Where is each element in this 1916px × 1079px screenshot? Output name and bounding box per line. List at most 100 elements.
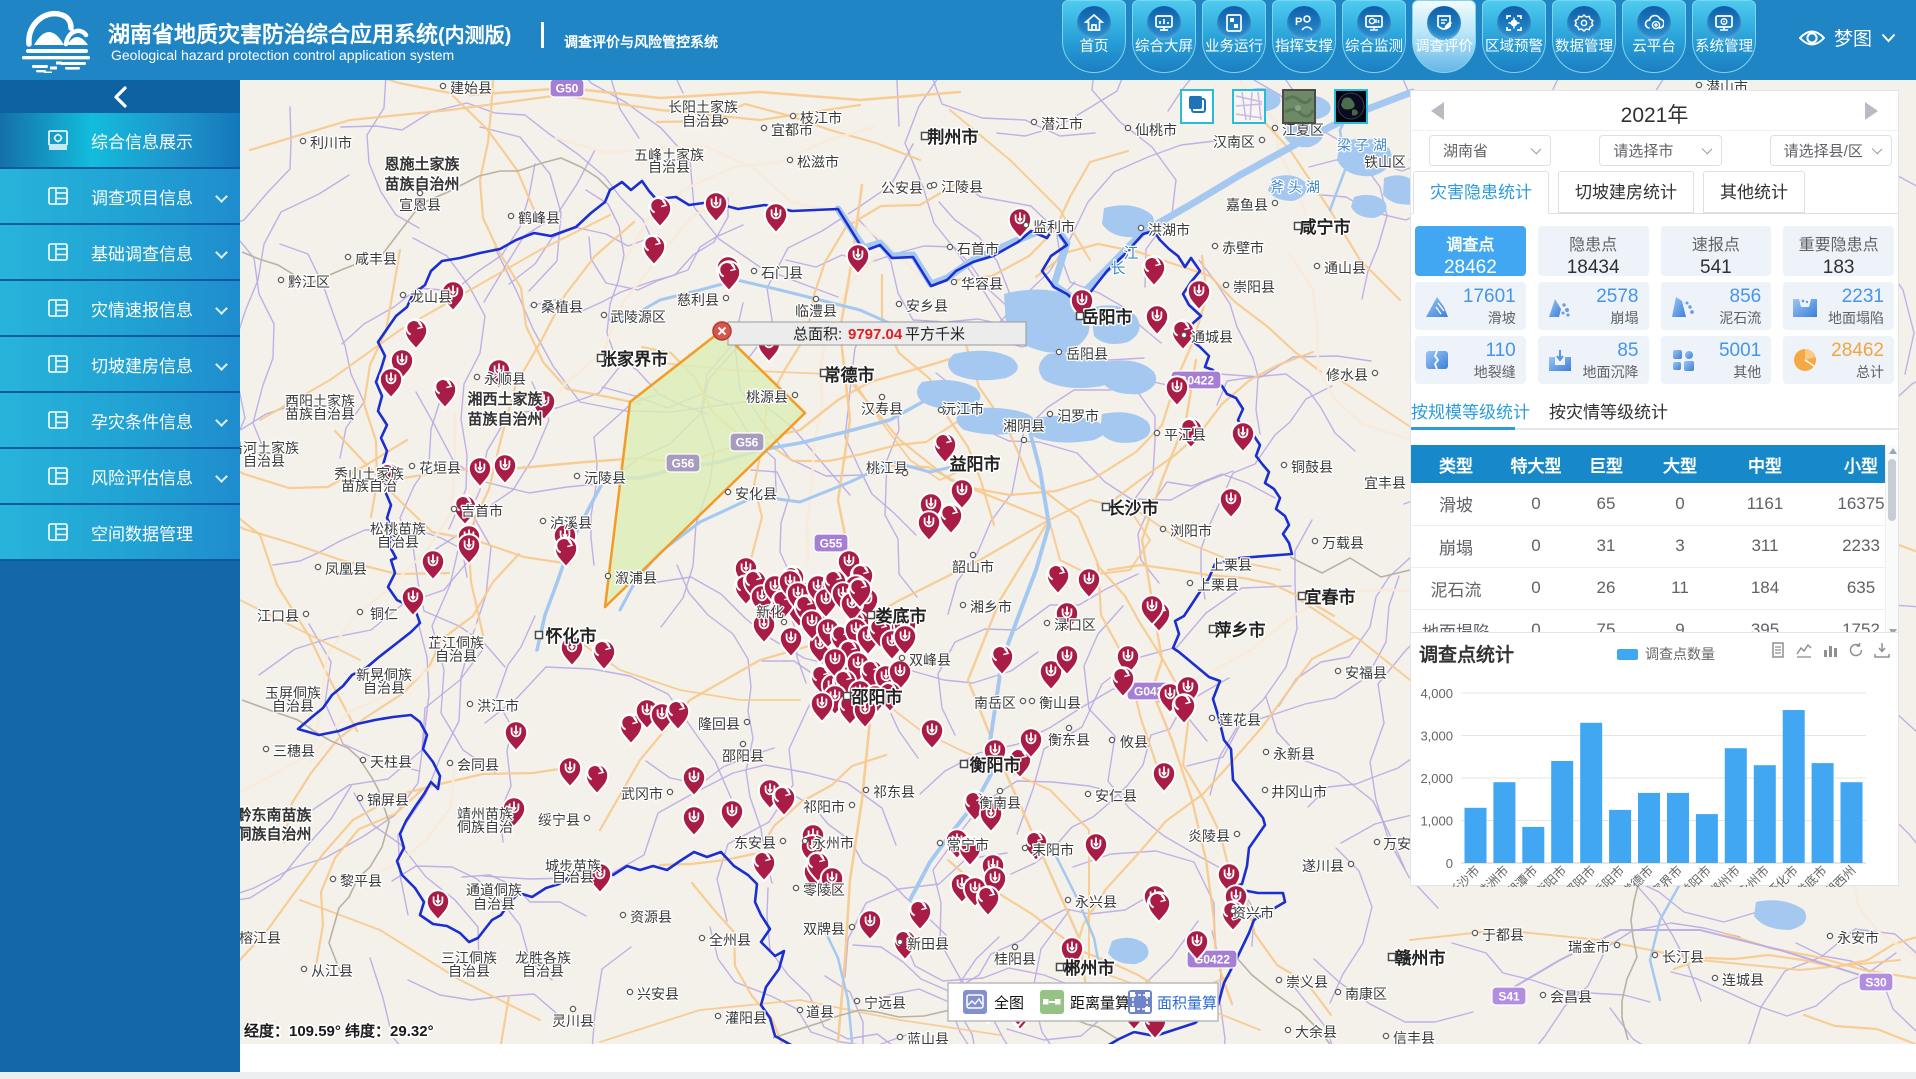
svg-text:榕江县: 榕江县 [240,930,281,946]
svg-text:攸县: 攸县 [1120,734,1148,750]
svg-text:通山县: 通山县 [1324,260,1366,276]
svg-text:松滋市: 松滋市 [797,154,839,170]
svg-text:兴安县: 兴安县 [637,986,679,1002]
svg-text:苗族自治州: 苗族自治州 [467,410,542,428]
svg-text:永安市: 永安市 [1837,930,1879,946]
svg-text:溆浦县: 溆浦县 [615,570,657,586]
svg-text:渌口区: 渌口区 [1054,617,1096,633]
svg-text:资源县: 资源县 [630,909,672,925]
svg-text:自治县: 自治县 [272,698,314,714]
svg-text:万安: 万安 [1383,836,1411,852]
svg-text:莲花县: 莲花县 [1219,712,1261,728]
svg-text:岳阳市: 岳阳市 [1082,307,1133,327]
svg-text:总面积:: 总面积: [793,326,842,343]
svg-text:铜鼓县: 铜鼓县 [1291,459,1333,475]
svg-text:永州市: 永州市 [812,835,854,851]
svg-text:侗族自治州: 侗族自治州 [240,825,312,843]
svg-text:会同县: 会同县 [457,757,499,773]
svg-text:恩施土家族: 恩施土家族 [384,155,460,173]
svg-text:自治县: 自治县 [448,963,490,979]
svg-text:2,000: 2,000 [1420,771,1453,786]
svg-text:赣州市: 赣州市 [1395,948,1446,968]
svg-text:汨罗市: 汨罗市 [1057,408,1099,424]
svg-text:石首市: 石首市 [957,241,999,257]
svg-text:萍乡市: 萍乡市 [1215,620,1266,640]
svg-text:铁山区: 铁山区 [1364,154,1406,170]
svg-text:平江县: 平江县 [1164,427,1206,443]
svg-text:新田县: 新田县 [907,936,949,952]
svg-text:自治县: 自治县 [377,534,419,550]
svg-text:蓝山县: 蓝山县 [907,1031,949,1044]
svg-text:修水县: 修水县 [1326,367,1368,383]
svg-text:湘乡市: 湘乡市 [970,599,1012,615]
svg-text:宜春市: 宜春市 [1305,587,1356,607]
svg-text:宜丰县: 宜丰县 [1364,475,1406,491]
svg-text:衡山县: 衡山县 [1039,695,1081,711]
svg-text:距离量算: 距离量算 [1070,994,1130,1012]
svg-text:全图: 全图 [994,994,1024,1012]
svg-text:吉首市: 吉首市 [461,503,503,519]
svg-text:浏阳市: 浏阳市 [1170,523,1212,539]
svg-text:新化: 新化 [756,604,784,620]
svg-text:自治县: 自治县 [552,869,594,885]
svg-text:怀化市: 怀化市 [546,626,597,646]
svg-text:自治县: 自治县 [648,159,690,175]
svg-text:湘阴县: 湘阴县 [1003,418,1045,434]
svg-text:苗族自治州: 苗族自治州 [384,175,459,193]
svg-text:绥宁县: 绥宁县 [538,812,580,828]
svg-text:4,000: 4,000 [1420,686,1453,701]
svg-text:零陵区: 零陵区 [803,882,845,898]
svg-text:宣恩县: 宣恩县 [399,197,441,213]
svg-text:灵川县: 灵川县 [552,1013,594,1029]
svg-text:道县: 道县 [806,1004,834,1020]
svg-text:会昌县: 会昌县 [1550,989,1592,1005]
svg-text:咸丰县: 咸丰县 [355,251,397,267]
svg-text:天柱县: 天柱县 [370,754,412,770]
svg-text:灌阳县: 灌阳县 [725,1010,767,1026]
svg-text:3,000: 3,000 [1420,729,1453,744]
svg-text:于都县: 于都县 [1482,927,1524,943]
svg-text:荆州市: 荆州市 [928,127,979,147]
svg-text:嘉鱼县: 嘉鱼县 [1226,197,1268,213]
svg-text:枝江市: 枝江市 [800,110,842,126]
svg-text:衡东县: 衡东县 [1048,732,1090,748]
svg-text:龙山县: 龙山县 [410,289,452,305]
svg-text:G55: G55 [820,537,843,551]
svg-text:永顺县: 永顺县 [484,371,526,387]
svg-text:安仁县: 安仁县 [1095,788,1137,804]
svg-text:永新县: 永新县 [1273,746,1315,762]
svg-text:1,000: 1,000 [1420,814,1453,829]
svg-text:从江县: 从江县 [311,963,353,979]
svg-text:咸宁市: 咸宁市 [1300,217,1351,237]
svg-text:南岳区: 南岳区 [974,695,1016,711]
svg-text:泸溪县: 泸溪县 [550,515,592,531]
svg-text:上栗县: 上栗县 [1197,577,1239,593]
svg-text:隆回县: 隆回县 [698,716,740,732]
svg-text:全州县: 全州县 [709,932,751,948]
svg-text:双峰县: 双峰县 [909,652,951,668]
svg-text:长汀县: 长汀县 [1662,949,1704,965]
svg-text:潜江市: 潜江市 [1041,116,1083,132]
svg-text:洪江市: 洪江市 [477,698,519,714]
svg-text:汉寿县: 汉寿县 [861,401,903,417]
svg-text:自治县: 自治县 [682,113,724,129]
svg-text:花垣县: 花垣县 [419,460,461,476]
svg-text:G56: G56 [736,436,759,450]
svg-text:安福县: 安福县 [1345,665,1387,681]
svg-text:炎陵县: 炎陵县 [1188,828,1230,844]
svg-text:S41: S41 [1498,990,1520,1004]
svg-text:江夏区: 江夏区 [1282,122,1324,138]
svg-text:常宁市: 常宁市 [947,837,989,853]
svg-text:建始县: 建始县 [450,80,492,96]
svg-text:石门县: 石门县 [761,265,803,281]
svg-text:面积量算: 面积量算 [1157,994,1217,1012]
svg-text:武陵源区: 武陵源区 [610,309,666,325]
svg-text:安化县: 安化县 [735,486,777,502]
svg-text:桂阳县: 桂阳县 [994,951,1036,967]
svg-text:上栗县: 上栗县 [1210,557,1252,573]
svg-text:经度：109.59° 纬度：29.32°: 经度：109.59° 纬度：29.32° [244,1022,434,1040]
svg-text:常德市: 常德市 [824,365,875,385]
svg-text:监利市: 监利市 [1033,219,1075,235]
svg-text:娄底市: 娄底市 [876,606,927,626]
svg-text:自治县: 自治县 [243,453,285,469]
